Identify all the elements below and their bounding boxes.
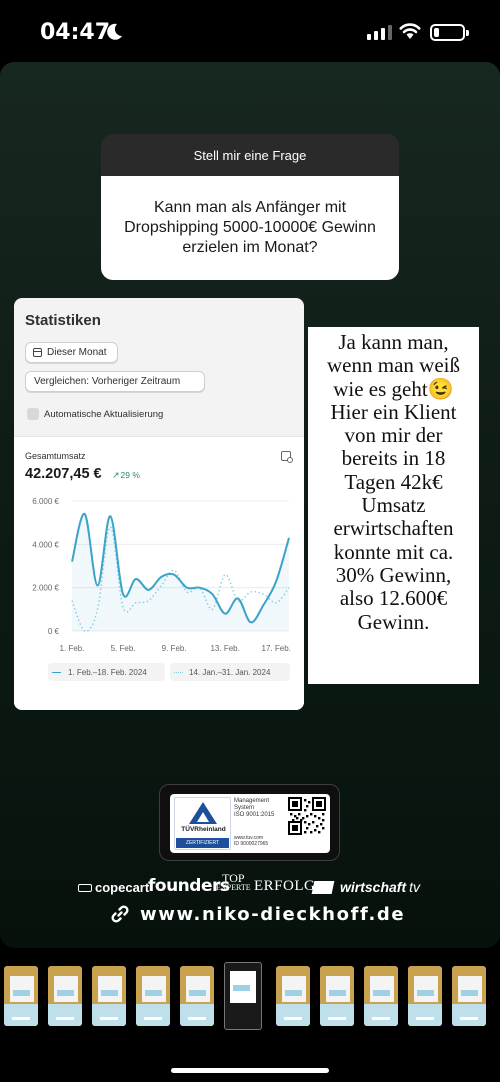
erfolg-magazin-logo: ERFOLG bbox=[254, 878, 316, 894]
legend-solid-swatch bbox=[52, 671, 61, 673]
tuv-site-text: www.tuv.com ID 9000027965 bbox=[234, 835, 269, 847]
story-thumbnail[interactable] bbox=[180, 966, 214, 1026]
press-logos: copecart founders TOP EXPERTE ERFOLG wir… bbox=[78, 871, 423, 900]
date-range-label: Dieser Monat bbox=[47, 347, 107, 358]
caption-text: Ja kann man, wenn man weiß wie es geht😉 … bbox=[308, 327, 479, 684]
cellular-signal-icon bbox=[367, 25, 392, 40]
top-experte-logo: TOP EXPERTE bbox=[216, 871, 251, 892]
arrow-up-icon: ↗ bbox=[112, 470, 120, 480]
story-thumbnail[interactable] bbox=[276, 966, 310, 1026]
external-report-icon[interactable] bbox=[281, 451, 293, 463]
compare-button[interactable]: Vergleichen: Vorheriger Zeitraum bbox=[25, 371, 205, 392]
question-sticker[interactable]: Stell mir eine Frage Kann man als Anfäng… bbox=[101, 134, 399, 280]
story-thumbnails bbox=[0, 962, 500, 1030]
sales-line-chart: 6.000 € 4.000 € 2.000 € 0 €1. Feb. 5. Feb. 9.… bbox=[32, 497, 291, 653]
calendar-icon bbox=[33, 348, 42, 357]
copecart-logo: copecart bbox=[78, 880, 149, 895]
metric-label: Gesamtumsatz bbox=[25, 451, 86, 461]
story-thumbnail[interactable] bbox=[136, 966, 170, 1026]
battery-icon bbox=[430, 24, 469, 41]
legend-current-label: 1. Feb.–18. Feb. 2024 bbox=[68, 667, 147, 677]
y-tick-label: 6.000 € bbox=[32, 497, 59, 506]
question-text: Kann man als Anfänger mit Dropshipping 5… bbox=[101, 176, 399, 280]
stats-title: Statistiken bbox=[25, 312, 101, 329]
wifi-icon bbox=[399, 23, 421, 39]
story-thumbnail[interactable] bbox=[320, 966, 354, 1026]
tuv-certified-label: ZERTIFIZIERT bbox=[176, 838, 229, 848]
legend-previous: 14. Jan.–31. Jan. 2024 bbox=[170, 663, 290, 681]
story-thumbnail[interactable] bbox=[48, 966, 82, 1026]
compare-label: Vergleichen: Vorheriger Zeitraum bbox=[34, 376, 181, 387]
y-tick-label: 2.000 € bbox=[32, 584, 59, 593]
metric-change: ↗29 % bbox=[112, 470, 140, 481]
link-icon bbox=[111, 905, 129, 923]
sales-chart-panel: Gesamtumsatz 42.207,45 € ↗29 % 6.000 € 4.… bbox=[14, 436, 304, 710]
auto-refresh-row[interactable]: Automatische Aktualisierung bbox=[27, 408, 163, 420]
question-sticker-header: Stell mir eine Frage bbox=[101, 134, 399, 176]
date-range-button[interactable]: Dieser Monat bbox=[25, 342, 118, 363]
battery-level bbox=[434, 28, 440, 37]
tuv-certificate-badge: TÜVRheinland ZERTIFIZIERT Management Sys… bbox=[159, 784, 340, 861]
x-tick-label: 13. Feb. bbox=[210, 644, 239, 653]
legend-dotted-swatch bbox=[174, 671, 183, 673]
x-tick-label: 1. Feb. bbox=[60, 644, 85, 653]
story-thumbnail[interactable] bbox=[364, 966, 398, 1026]
story-thumbnail[interactable] bbox=[4, 966, 38, 1026]
stats-screenshot: Statistiken Dieser Monat Vergleichen: Vo… bbox=[14, 298, 304, 710]
auto-refresh-label: Automatische Aktualisierung bbox=[44, 408, 164, 420]
legend-current: 1. Feb.–18. Feb. 2024 bbox=[48, 663, 165, 681]
x-tick-label: 5. Feb. bbox=[111, 644, 136, 653]
status-bar: 04:47 bbox=[0, 0, 500, 62]
cart-icon bbox=[78, 883, 92, 892]
metric-change-value: 29 % bbox=[120, 470, 140, 480]
tuv-logo: TÜVRheinland ZERTIFIZIERT bbox=[174, 797, 231, 850]
tuv-brand: TÜVRheinland bbox=[181, 826, 226, 833]
tuv-system-text: Management System ISO 9001:2015 bbox=[234, 798, 275, 818]
x-tick-label: 9. Feb. bbox=[162, 644, 187, 653]
story-thumbnail[interactable] bbox=[408, 966, 442, 1026]
story-frame[interactable]: Stell mir eine Frage Kann man als Anfäng… bbox=[0, 62, 500, 948]
x-tick-label: 17. Feb. bbox=[262, 644, 291, 653]
series-area-current bbox=[72, 513, 289, 631]
y-tick-label: 0 € bbox=[48, 627, 60, 636]
wirtschaft-tv-logo: wirtschaft tv bbox=[311, 879, 420, 895]
website-url: www.niko-dieckhoff.de bbox=[140, 903, 406, 925]
clock: 04:47 bbox=[40, 20, 111, 45]
home-indicator[interactable] bbox=[171, 1068, 329, 1073]
story-thumbnail[interactable] bbox=[92, 966, 126, 1026]
legend-previous-label: 14. Jan.–31. Jan. 2024 bbox=[189, 667, 271, 677]
moon-icon bbox=[107, 23, 122, 40]
story-thumbnail-active[interactable] bbox=[224, 962, 262, 1030]
qr-code-icon bbox=[288, 797, 326, 835]
metric-value: 42.207,45 € bbox=[25, 466, 102, 482]
story-thumbnail[interactable] bbox=[452, 966, 486, 1026]
flag-icon bbox=[311, 880, 335, 894]
auto-refresh-checkbox[interactable] bbox=[27, 408, 39, 420]
website-link-sticker[interactable]: www.niko-dieckhoff.de bbox=[110, 902, 405, 926]
y-tick-label: 4.000 € bbox=[32, 540, 59, 549]
